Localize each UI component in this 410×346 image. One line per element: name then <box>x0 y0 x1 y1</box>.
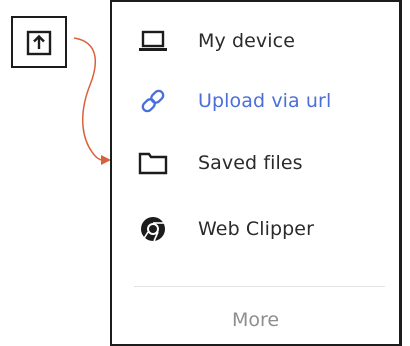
more-button[interactable]: More <box>112 300 399 340</box>
menu-item-upload-via-url[interactable]: Upload via url <box>112 73 399 129</box>
menu-item-saved-files[interactable]: Saved files <box>112 135 399 191</box>
chrome-icon <box>136 212 170 246</box>
menu-item-label: Web Clipper <box>198 218 315 240</box>
menu-divider <box>134 286 385 287</box>
upload-button[interactable] <box>11 16 67 68</box>
link-icon <box>136 84 170 118</box>
folder-icon <box>136 146 170 180</box>
menu-item-my-device[interactable]: My device <box>112 13 399 69</box>
laptop-icon <box>136 24 170 58</box>
upload-arrow-icon <box>26 30 52 56</box>
menu-item-web-clipper[interactable]: Web Clipper <box>112 201 399 257</box>
menu-item-label: Saved files <box>198 152 303 174</box>
menu-item-label: Upload via url <box>198 90 332 112</box>
upload-source-menu: My device Upload via url Saved files Web… <box>110 0 402 346</box>
more-label: More <box>231 309 280 331</box>
menu-item-label: My device <box>198 30 295 52</box>
